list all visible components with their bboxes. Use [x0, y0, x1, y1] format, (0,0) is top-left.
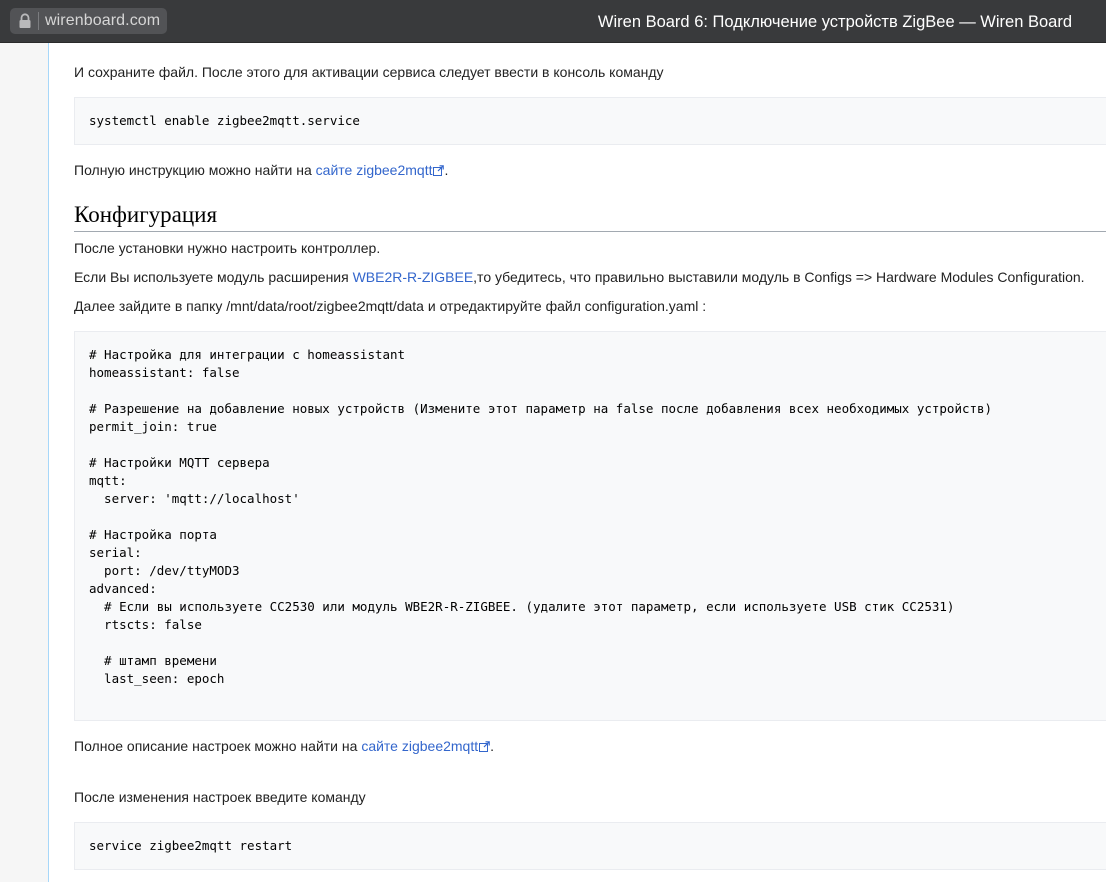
full-desc-text: Полное описание настроек можно найти на — [74, 738, 362, 754]
instruction-text: Полную инструкцию можно найти на — [74, 162, 316, 178]
paragraph-folder: Далее зайдите в папку /mnt/data/root/zig… — [74, 298, 707, 314]
code-block-configuration: # Настройка для интеграции с homeassista… — [74, 331, 1106, 721]
lock-icon[interactable] — [18, 13, 32, 29]
paragraph-instruction: Полную инструкцию можно найти на сайте z… — [74, 161, 448, 179]
address-divider — [38, 12, 39, 30]
full-desc-period: . — [490, 738, 495, 754]
paragraph-module: Если Вы используете модуль расширения WB… — [74, 268, 1085, 286]
instruction-period: . — [444, 162, 449, 178]
external-link-icon — [479, 741, 490, 752]
url-text[interactable]: wirenboard.com — [45, 12, 160, 30]
zigbee2mqtt-site-link[interactable]: сайте zigbee2mqtt — [316, 162, 445, 178]
address-bar[interactable]: wirenboard.com — [10, 8, 168, 34]
code-block-restart: service zigbee2mqtt restart — [74, 822, 1106, 870]
article-content: И сохраните файл. После этого для актива… — [49, 43, 1106, 882]
section-heading-configuration: Конфигурация — [74, 201, 1106, 232]
zigbee2mqtt-site-link-2[interactable]: сайте zigbee2mqtt — [361, 738, 490, 754]
zigbee2mqtt-link-label-2[interactable]: сайте zigbee2mqtt — [361, 738, 478, 754]
browser-titlebar: wirenboard.com Wiren Board 6: Подключени… — [0, 0, 1106, 43]
code-block-enable: systemctl enable zigbee2mqtt.service — [74, 97, 1106, 145]
paragraph-full-description: Полное описание настроек можно найти на … — [74, 737, 494, 755]
window-title: Wiren Board 6: Подключение устройств Zig… — [597, 13, 1072, 31]
external-link-icon — [433, 165, 445, 176]
module-text-after: ,то убедитесь, что правильно выставили м… — [473, 269, 1085, 285]
module-text-before: Если Вы используете модуль расширения — [74, 269, 353, 285]
zigbee2mqtt-link-label[interactable]: сайте zigbee2mqtt — [316, 162, 433, 178]
paragraph-save-file: И сохраните файл. После этого для актива… — [74, 64, 664, 80]
paragraph-after-change: После изменения настроек введите команду — [74, 789, 366, 805]
wbe2r-module-link[interactable]: WBE2R-R-ZIGBEE — [353, 269, 474, 285]
paragraph-after-install: После установки нужно настроить контролл… — [74, 240, 381, 256]
